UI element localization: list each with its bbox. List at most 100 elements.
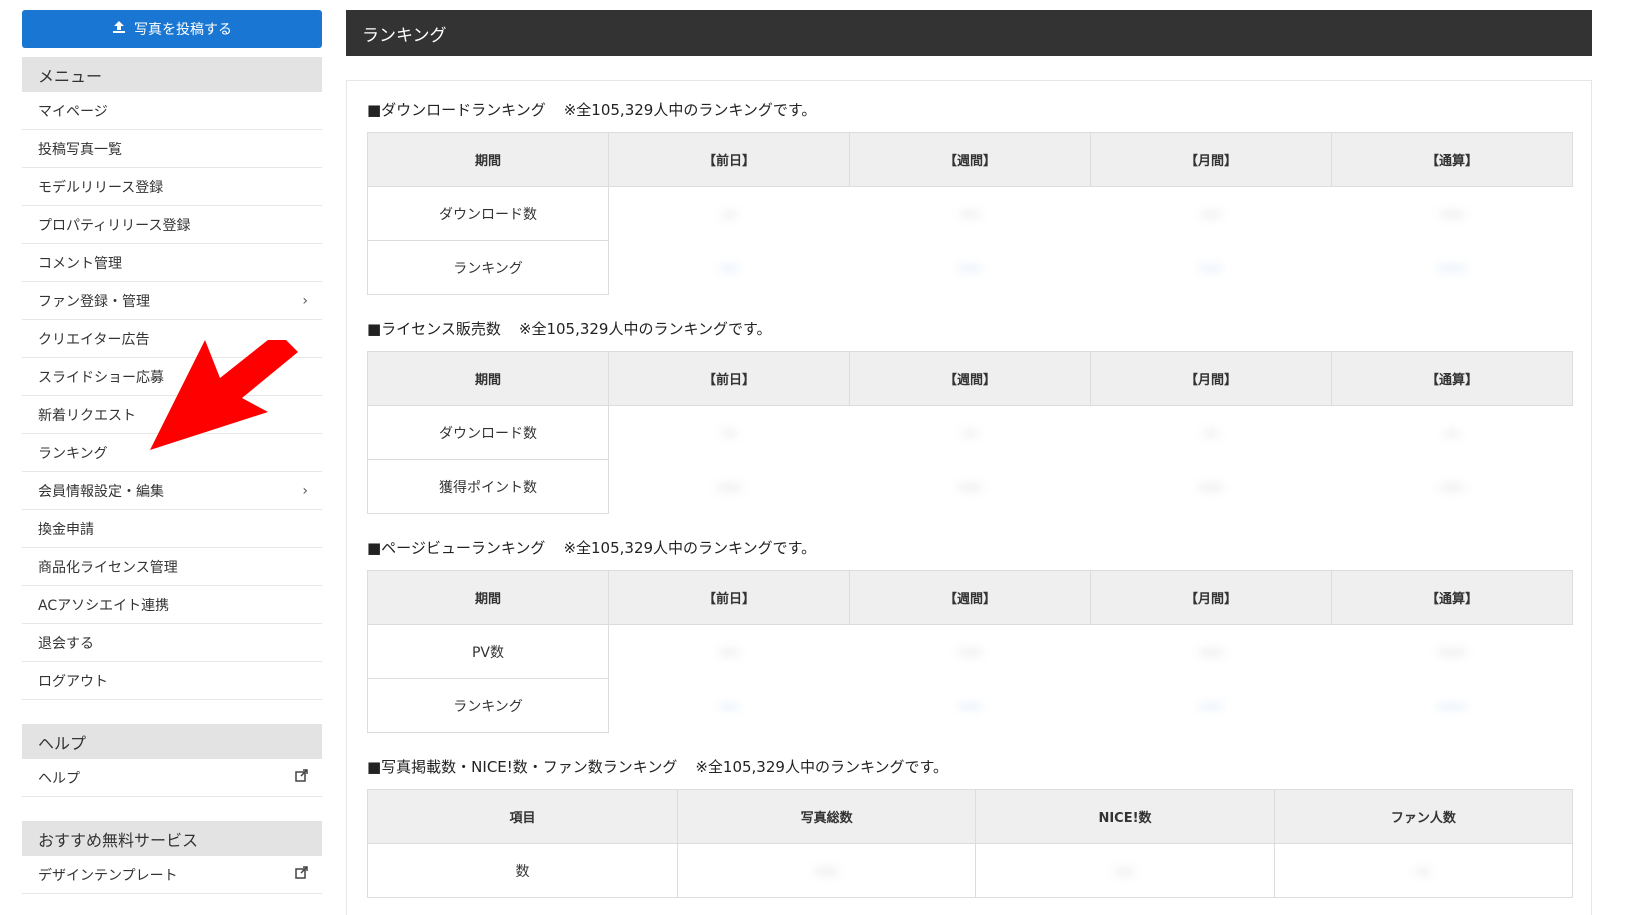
blurred-value: ---: [722, 206, 737, 222]
column-header: 【週間】: [849, 132, 1091, 187]
sidebar-item-label: 商品化ライセンス管理: [38, 559, 178, 576]
column-header: 【前日】: [608, 570, 850, 625]
value-cell: -----: [850, 625, 1091, 679]
sidebar-item[interactable]: デザインテンプレート: [22, 856, 322, 894]
ranking-section: ■ライセンス販売数 ※全105,329人中のランキングです。 期間 【前日】 【週間】【…: [367, 318, 1573, 514]
sidebar-item[interactable]: コメント管理: [22, 244, 322, 282]
value-cell[interactable]: ----: [609, 679, 850, 733]
blurred-value: ---: [1416, 863, 1431, 879]
sidebar-item[interactable]: 商品化ライセンス管理: [22, 548, 322, 586]
value-cell: -----: [850, 460, 1091, 514]
ranking-section: ■ページビューランキング ※全105,329人中のランキングです。期間 【前日】 【週…: [367, 537, 1573, 733]
table-row: 獲得ポイント数 ----- ----- ----- -----: [367, 459, 1573, 514]
sidebar-item[interactable]: 退会する: [22, 624, 322, 662]
blurred-value: -----: [958, 644, 982, 660]
blurred-value: -----: [1440, 479, 1464, 495]
value-cell[interactable]: -----: [1091, 241, 1332, 295]
section-title-text: ■ダウンロードランキング: [367, 101, 546, 119]
value-cell: ---: [609, 187, 850, 241]
sidebar-item-label: ログアウト: [38, 673, 108, 690]
blurred-value: ----: [719, 644, 739, 660]
blurred-value: ---: [1203, 425, 1219, 441]
osusume-list: デザインテンプレート: [22, 856, 322, 894]
sidebar-item-label: 投稿写真一覧: [38, 141, 122, 158]
ranking-table: 項目 写真総数 NICE!数 ファン人数数 ----- ---- ---: [367, 789, 1574, 898]
blurred-value: ------: [1437, 644, 1467, 660]
sidebar-item[interactable]: ログアウト: [22, 662, 322, 700]
sidebar-item-label: ACアソシエイト連携: [38, 597, 170, 614]
table-row: ダウンロード数 --- --- --- ---: [367, 405, 1573, 460]
sidebar-item[interactable]: モデルリリース登録: [22, 168, 322, 206]
column-header: ファン人数: [1273, 789, 1574, 844]
row-label: ダウンロード数: [367, 186, 609, 241]
sidebar-item[interactable]: 会員情報設定・編集 ›: [22, 472, 322, 510]
blurred-value: ---: [962, 425, 978, 441]
blurred-value[interactable]: -----: [958, 261, 981, 276]
value-cell: ----: [1091, 187, 1332, 241]
sidebar-item[interactable]: 換金申請: [22, 510, 322, 548]
blurred-value: -----: [1440, 206, 1464, 222]
blurred-value[interactable]: -----: [958, 699, 981, 714]
chevron-right-icon: ›: [302, 292, 308, 309]
help-list: ヘルプ: [22, 759, 322, 797]
upload-photo-button[interactable]: 写真を投稿する: [22, 10, 322, 48]
value-cell[interactable]: ------: [1332, 679, 1573, 733]
sidebar-item-label: コメント管理: [38, 255, 122, 272]
section-title-text: ■ページビューランキング: [367, 539, 546, 557]
sidebar-item[interactable]: マイページ: [22, 92, 322, 130]
blurred-value: -----: [1199, 644, 1223, 660]
value-cell: ---: [850, 406, 1091, 460]
table-header-row: 期間 【前日】 【週間】 【月間】 【通算】: [367, 351, 1573, 406]
blurred-value[interactable]: ------: [1438, 261, 1466, 276]
menu-header: メニュー: [22, 57, 322, 92]
sidebar-item[interactable]: ACアソシエイト連携: [22, 586, 322, 624]
external-link-icon: [295, 866, 308, 883]
table-row: 数 ----- ---- ---: [367, 843, 1574, 898]
blurred-value[interactable]: ----: [720, 261, 739, 276]
sidebar-item-label: 退会する: [38, 635, 94, 652]
value-cell: ----: [609, 625, 850, 679]
table-header-row: 期間 【前日】 【週間】 【月間】 【通算】: [367, 570, 1573, 625]
blurred-value[interactable]: ----: [720, 699, 739, 714]
value-cell: ----: [975, 843, 1275, 898]
column-header: 期間: [367, 570, 609, 625]
blurred-value[interactable]: -----: [1199, 261, 1222, 276]
value-cell: ---: [1332, 406, 1573, 460]
value-cell: -----: [1332, 187, 1573, 241]
value-cell[interactable]: -----: [850, 241, 1091, 295]
value-cell[interactable]: -----: [850, 679, 1091, 733]
sidebar-item[interactable]: ヘルプ: [22, 759, 322, 797]
table-header-row: 期間 【前日】 【週間】 【月間】 【通算】: [367, 132, 1573, 187]
blurred-value: ----: [960, 206, 980, 222]
column-header: 【週間】: [849, 351, 1091, 406]
value-cell[interactable]: -----: [1091, 679, 1332, 733]
value-cell[interactable]: ----: [609, 241, 850, 295]
section-title: ■ダウンロードランキング ※全105,329人中のランキングです。: [367, 99, 1571, 120]
sidebar-item-label: 換金申請: [38, 521, 94, 538]
sidebar-item-label: スライドショー応募: [38, 369, 164, 386]
column-header: 【通算】: [1331, 132, 1573, 187]
blurred-value[interactable]: ------: [1438, 699, 1466, 714]
sidebar-item[interactable]: 投稿写真一覧: [22, 130, 322, 168]
section-note: ※全105,329人中のランキングです。: [563, 539, 817, 557]
sidebar-item-label: デザインテンプレート: [38, 867, 178, 884]
value-cell: -----: [1332, 460, 1573, 514]
blurred-value: -----: [814, 863, 839, 879]
section-note: ※全105,329人中のランキングです。: [695, 758, 948, 776]
value-cell: ---: [1091, 406, 1332, 460]
value-cell: -----: [609, 460, 850, 514]
blurred-value[interactable]: -----: [1199, 699, 1222, 714]
sidebar-item[interactable]: プロパティリリース登録: [22, 206, 322, 244]
section-title-text: ■ライセンス販売数: [367, 320, 501, 338]
blurred-value: -----: [958, 479, 982, 495]
value-cell: -----: [1091, 625, 1332, 679]
column-header: 【月間】: [1090, 132, 1332, 187]
value-cell[interactable]: ------: [1332, 241, 1573, 295]
value-cell: ------: [1332, 625, 1573, 679]
blurred-value: ----: [1201, 206, 1221, 222]
column-header: 【週間】: [849, 570, 1091, 625]
sidebar-item[interactable]: ファン登録・管理 ›: [22, 282, 322, 320]
section-title-text: ■写真掲載数・NICE!数・ファン数ランキング: [367, 758, 678, 776]
section-title: ■ページビューランキング ※全105,329人中のランキングです。: [367, 537, 1571, 558]
row-label: 数: [367, 843, 678, 898]
